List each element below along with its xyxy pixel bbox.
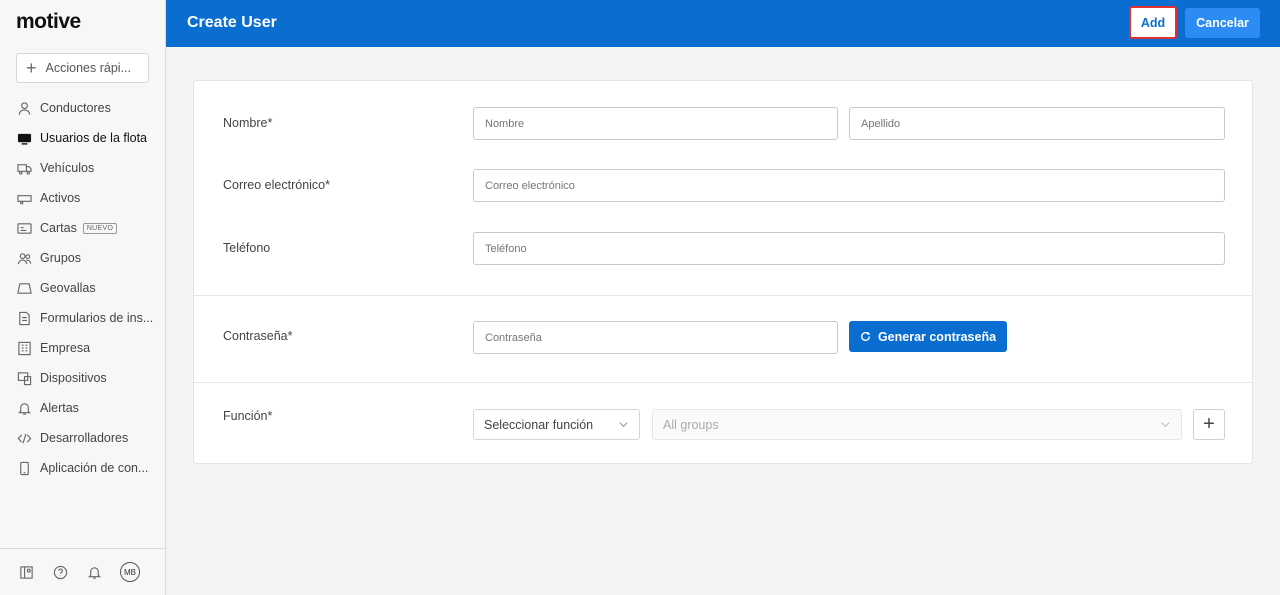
monitor-icon — [17, 131, 32, 146]
section-divider — [194, 382, 1252, 383]
sidebar-item-aplicacion[interactable]: Aplicación de con... — [0, 453, 165, 483]
sidebar-item-desarrolladores[interactable]: Desarrolladores — [0, 423, 165, 453]
sidebar-item-cartas[interactable]: Cartas NUEVO — [0, 213, 165, 243]
role-select[interactable]: Seleccionar función — [473, 409, 640, 440]
plus-icon: + — [1203, 413, 1215, 435]
document-icon — [17, 311, 32, 326]
password-label: Contraseña* — [223, 329, 293, 343]
sidebar-item-label: Conductores — [40, 101, 111, 115]
sidebar-item-formularios[interactable]: Formularios de ins... — [0, 303, 165, 333]
sidebar-item-label: Desarrolladores — [40, 431, 129, 445]
quick-actions-label: Acciones rápi... — [45, 61, 131, 75]
devices-icon — [17, 371, 32, 386]
sidebar-item-label: Activos — [40, 191, 81, 205]
sidebar-nav: Conductores Usuarios de la flota Vehícul… — [0, 93, 165, 483]
bell-icon — [17, 401, 32, 416]
quick-actions-button[interactable]: + Acciones rápi... — [16, 53, 149, 83]
trailer-icon — [17, 191, 32, 206]
generate-password-button[interactable]: Generar contraseña — [849, 321, 1007, 352]
sidebar-item-geovallas[interactable]: Geovallas — [0, 273, 165, 303]
sidebar-item-conductores[interactable]: Conductores — [0, 93, 165, 123]
generate-password-label: Generar contraseña — [877, 329, 997, 344]
page-header: Create User Add Cancelar — [166, 0, 1280, 47]
truck-icon — [17, 161, 32, 176]
role-label: Función* — [223, 409, 273, 423]
sidebar-item-label: Usuarios de la flota — [40, 131, 148, 145]
sidebar-footer: MB — [0, 548, 165, 595]
page-title: Create User — [187, 14, 277, 31]
phone-label: Teléfono — [223, 241, 271, 255]
last-name-input[interactable] — [849, 107, 1225, 140]
sidebar-item-label: Aplicación de con... — [40, 461, 149, 475]
add-button[interactable]: Add — [1129, 6, 1177, 39]
chevron-down-icon — [618, 419, 629, 433]
sidebar-item-label: Formularios de ins... — [40, 311, 154, 325]
email-label: Correo electrónico* — [223, 178, 330, 192]
refresh-icon — [860, 331, 871, 342]
sidebar-item-label: Dispositivos — [40, 371, 107, 385]
sidebar-item-dispositivos[interactable]: Dispositivos — [0, 363, 165, 393]
person-icon — [17, 101, 32, 116]
sidebar: motive + Acciones rápi... Conductores Us… — [0, 0, 166, 595]
geofence-icon — [17, 281, 32, 296]
sidebar-item-label: Grupos — [40, 251, 81, 265]
new-badge: NUEVO — [82, 222, 118, 234]
phone-icon — [17, 461, 32, 476]
sidebar-item-alertas[interactable]: Alertas — [0, 393, 165, 423]
sidebar-item-grupos[interactable]: Grupos — [0, 243, 165, 273]
notification-bell-icon[interactable] — [86, 564, 102, 580]
groups-select[interactable]: All groups — [652, 409, 1182, 440]
motive-logo[interactable]: motive — [16, 10, 81, 34]
building-icon — [17, 341, 32, 356]
add-role-button[interactable]: + — [1193, 409, 1225, 440]
chevron-down-icon — [1160, 419, 1171, 433]
sidebar-item-label: Geovallas — [40, 281, 96, 295]
help-icon[interactable] — [52, 564, 68, 580]
sidebar-item-label: Alertas — [40, 401, 79, 415]
first-name-input[interactable] — [473, 107, 838, 140]
cancel-button[interactable]: Cancelar — [1185, 8, 1260, 38]
sidebar-item-vehiculos[interactable]: Vehículos — [0, 153, 165, 183]
sidebar-item-usuarios-flota[interactable]: Usuarios de la flota — [0, 123, 165, 153]
card-icon — [17, 221, 32, 236]
name-label: Nombre* — [223, 116, 273, 130]
map-pin-icon[interactable] — [18, 564, 34, 580]
code-icon — [17, 431, 32, 446]
sidebar-item-label: Vehículos — [40, 161, 95, 175]
sidebar-item-activos[interactable]: Activos — [0, 183, 165, 213]
section-divider — [194, 295, 1252, 296]
group-icon — [17, 251, 32, 266]
plus-icon: + — [26, 58, 37, 78]
password-input[interactable] — [473, 321, 838, 354]
phone-input[interactable] — [473, 232, 1225, 265]
sidebar-item-label: Cartas — [40, 221, 77, 235]
sidebar-item-empresa[interactable]: Empresa — [0, 333, 165, 363]
sidebar-item-label: Empresa — [40, 341, 91, 355]
create-user-form: Nombre* Correo electrónico* Teléfono Con… — [193, 80, 1253, 464]
role-select-value: Seleccionar función — [484, 417, 594, 432]
user-avatar[interactable]: MB — [120, 562, 140, 582]
groups-select-value: All groups — [663, 417, 719, 432]
email-input[interactable] — [473, 169, 1225, 202]
